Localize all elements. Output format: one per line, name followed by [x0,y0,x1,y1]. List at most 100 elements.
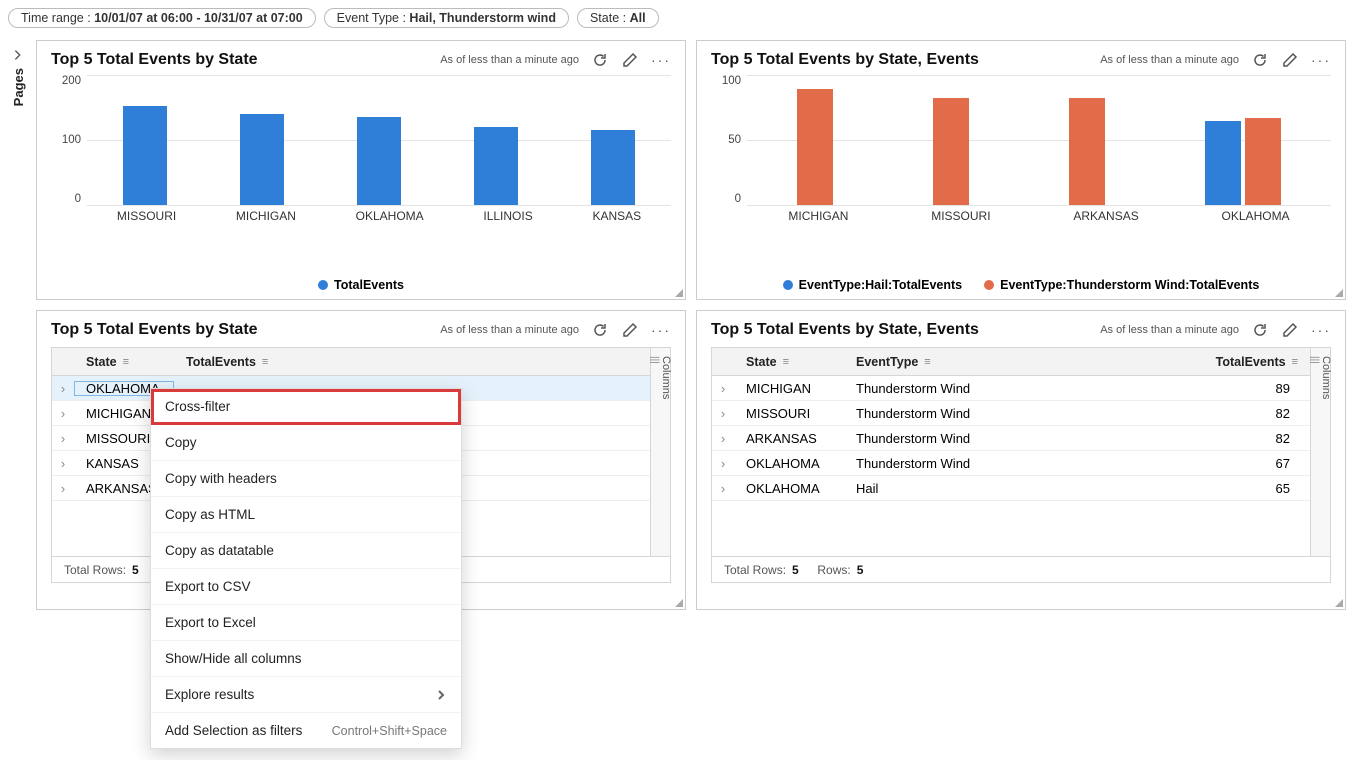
pages-label: Pages [11,68,26,106]
tile-title: Top 5 Total Events by State [51,51,258,69]
x-label: ARKANSAS [1073,209,1138,223]
table-header: State≡ EventType≡ TotalEvents≡ [712,348,1310,376]
menu-show-hide-columns[interactable]: Show/Hide all columns [151,641,461,677]
x-label: MICHIGAN [788,209,848,223]
tile-title: Top 5 Total Events by State, Events [711,51,979,69]
refresh-icon[interactable] [591,321,609,339]
menu-export-csv[interactable]: Export to CSV [151,569,461,605]
legend-hail[interactable]: EventType:Hail:TotalEvents [783,278,962,292]
table-footer: Total Rows: 5 Rows: 5 [712,556,1330,582]
expand-icon[interactable]: › [712,431,734,446]
asof-text: As of less than a minute ago [1100,324,1239,336]
asof-text: As of less than a minute ago [440,54,579,66]
asof-text: As of less than a minute ago [1100,54,1239,66]
col-state[interactable]: State≡ [74,355,174,369]
bar[interactable] [123,106,167,205]
refresh-icon[interactable] [591,51,609,69]
expand-icon[interactable]: › [52,456,74,471]
edit-icon[interactable] [1281,321,1299,339]
table-row[interactable]: ›MICHIGANThunderstorm Wind89 [712,376,1310,401]
filter-state[interactable]: State : All [577,8,659,28]
table-header: State≡ TotalEvents≡ [52,348,650,376]
tile-title: Top 5 Total Events by State [51,321,258,339]
col-totalevents[interactable]: TotalEvents≡ [174,355,280,369]
filter-time-range[interactable]: Time range : 10/01/07 at 06:00 - 10/31/0… [8,8,316,28]
table-row[interactable]: ›OKLAHOMAThunderstorm Wind67 [712,451,1310,476]
resize-handle[interactable] [673,597,683,607]
more-icon[interactable]: ··· [1311,52,1331,68]
x-label: MISSOURI [931,209,990,223]
bar[interactable] [797,89,833,205]
menu-copy[interactable]: Copy [151,425,461,461]
menu-export-excel[interactable]: Export to Excel [151,605,461,641]
columns-panel-toggle[interactable]: |||Columns [1310,348,1330,582]
menu-copy-headers[interactable]: Copy with headers [151,461,461,497]
chevron-right-icon [435,689,447,701]
expand-icon[interactable]: › [52,431,74,446]
menu-add-selection-filters[interactable]: Add Selection as filtersControl+Shift+Sp… [151,713,461,748]
tile-title: Top 5 Total Events by State, Events [711,321,979,339]
x-label: KANSAS [592,209,641,223]
resize-handle[interactable] [1333,287,1343,297]
filters-bar: Time range : 10/01/07 at 06:00 - 10/31/0… [0,0,1362,36]
chart-2[interactable]: 100500 MICHIGANMISSOURIARKANSASOKLAHOMA [747,75,1331,240]
col-state[interactable]: State≡ [734,355,844,369]
expand-icon[interactable]: › [712,456,734,471]
table-row[interactable]: ›OKLAHOMAHail65 [712,476,1310,501]
tile-top5-by-state-chart: Top 5 Total Events by State As of less t… [36,40,686,300]
asof-text: As of less than a minute ago [440,324,579,336]
x-label: OKLAHOMA [356,209,424,223]
column-menu-icon: ≡ [1292,356,1298,368]
edit-icon[interactable] [621,51,639,69]
menu-copy-datatable[interactable]: Copy as datatable [151,533,461,569]
column-menu-icon: ≡ [924,356,930,368]
edit-icon[interactable] [1281,51,1299,69]
tile-top5-by-state-events-chart: Top 5 Total Events by State, Events As o… [696,40,1346,300]
filter-event-type[interactable]: Event Type : Hail, Thunderstorm wind [324,8,569,28]
col-eventtype[interactable]: EventType≡ [844,355,994,369]
more-icon[interactable]: ··· [651,322,671,338]
legend-thunderstorm[interactable]: EventType:Thunderstorm Wind:TotalEvents [984,278,1259,292]
column-menu-icon: ≡ [783,356,789,368]
expand-icon[interactable]: › [52,381,74,396]
edit-icon[interactable] [621,321,639,339]
table-row[interactable]: ›ARKANSASThunderstorm Wind82 [712,426,1310,451]
bar[interactable] [357,117,401,205]
expand-icon[interactable]: › [52,406,74,421]
resize-handle[interactable] [1333,597,1343,607]
context-menu: Cross-filter Copy Copy with headers Copy… [150,388,462,749]
pages-panel-toggle[interactable]: Pages [4,48,32,106]
columns-panel-toggle[interactable]: |||Columns [650,348,670,582]
x-label: ILLINOIS [483,209,532,223]
bar[interactable] [1245,118,1281,205]
bar[interactable] [933,98,969,205]
refresh-icon[interactable] [1251,51,1269,69]
bar[interactable] [1069,98,1105,205]
chevron-right-icon [11,48,25,62]
expand-icon[interactable]: › [712,406,734,421]
bar[interactable] [474,127,518,205]
col-totalevents[interactable]: TotalEvents≡ [994,355,1310,369]
resize-handle[interactable] [673,287,683,297]
x-label: MICHIGAN [236,209,296,223]
refresh-icon[interactable] [1251,321,1269,339]
table-row[interactable]: ›MISSOURIThunderstorm Wind82 [712,401,1310,426]
column-menu-icon: ≡ [123,356,129,368]
tile-top5-by-state-events-table: Top 5 Total Events by State, Events As o… [696,310,1346,610]
menu-explore-results[interactable]: Explore results [151,677,461,713]
expand-icon[interactable]: › [712,481,734,496]
chart-1[interactable]: 2001000 MISSOURIMICHIGANOKLAHOMAILLINOIS… [87,75,671,240]
bar[interactable] [240,114,284,205]
menu-copy-html[interactable]: Copy as HTML [151,497,461,533]
expand-icon[interactable]: › [712,381,734,396]
more-icon[interactable]: ··· [1311,322,1331,338]
bar[interactable] [591,130,635,205]
x-label: MISSOURI [117,209,176,223]
column-menu-icon: ≡ [262,356,268,368]
x-label: OKLAHOMA [1222,209,1290,223]
menu-cross-filter[interactable]: Cross-filter [151,389,461,425]
expand-icon[interactable]: › [52,481,74,496]
more-icon[interactable]: ··· [651,52,671,68]
legend-totalevents[interactable]: TotalEvents [318,278,404,292]
bar[interactable] [1205,121,1241,206]
